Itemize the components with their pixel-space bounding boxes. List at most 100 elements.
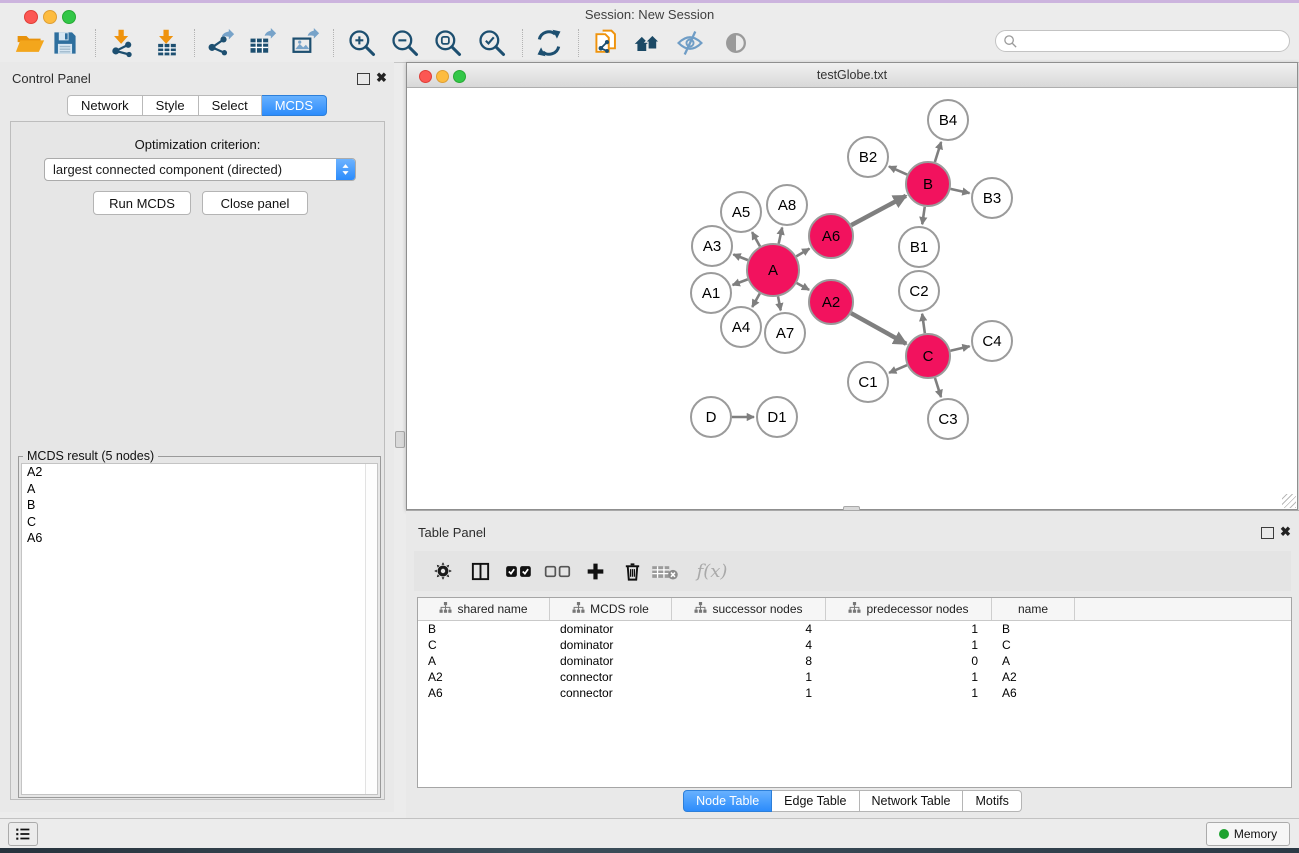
window-resize-grip[interactable] bbox=[1282, 494, 1296, 508]
select-all-button[interactable] bbox=[503, 556, 535, 586]
export-table-button[interactable] bbox=[245, 27, 279, 59]
float-table-panel-icon[interactable] bbox=[1261, 527, 1274, 539]
create-column-button[interactable] bbox=[580, 556, 610, 586]
zoom-in-button[interactable] bbox=[345, 27, 379, 59]
import-network-button[interactable] bbox=[105, 27, 139, 59]
deselect-all-button[interactable] bbox=[542, 556, 574, 586]
graph-node-B1[interactable]: B1 bbox=[899, 227, 939, 267]
first-neighbors-button[interactable] bbox=[631, 27, 665, 59]
table-cell[interactable]: B bbox=[418, 622, 550, 636]
graph-node-D1[interactable]: D1 bbox=[757, 397, 797, 437]
table-cell[interactable]: 1 bbox=[672, 670, 826, 684]
graph-edge-C-C3[interactable] bbox=[935, 378, 941, 397]
graph-edge-A-A8[interactable] bbox=[779, 227, 782, 243]
search-input[interactable] bbox=[1022, 33, 1289, 49]
table-cell[interactable]: A6 bbox=[992, 686, 1075, 700]
column-header-predecessor-nodes[interactable]: predecessor nodes bbox=[826, 598, 992, 620]
table-cell[interactable]: 0 bbox=[826, 654, 992, 668]
graph-edge-B-B2[interactable] bbox=[889, 166, 907, 174]
table-cell[interactable]: A2 bbox=[418, 670, 550, 684]
graph-edge-A-A4[interactable] bbox=[752, 294, 760, 307]
graph-edge-C-C4[interactable] bbox=[950, 346, 969, 351]
tab-node-table[interactable]: Node Table bbox=[683, 790, 772, 812]
table-cell[interactable]: A6 bbox=[418, 686, 550, 700]
table-cell[interactable]: A bbox=[992, 654, 1075, 668]
tab-network-table[interactable]: Network Table bbox=[860, 790, 964, 812]
graph-edge-A-A7[interactable] bbox=[778, 297, 781, 311]
table-cell[interactable]: C bbox=[418, 638, 550, 652]
column-header-MCDS-role[interactable]: MCDS role bbox=[550, 598, 672, 620]
graph-node-C[interactable]: C bbox=[906, 334, 950, 378]
graph-node-A5[interactable]: A5 bbox=[721, 192, 761, 232]
graph-node-B[interactable]: B bbox=[906, 162, 950, 206]
table-row[interactable]: A2connector11A2 bbox=[418, 669, 1291, 685]
search-field[interactable] bbox=[995, 30, 1290, 52]
table-cell[interactable]: 1 bbox=[826, 670, 992, 684]
export-image-button[interactable] bbox=[288, 27, 322, 59]
import-table-button[interactable] bbox=[150, 27, 184, 59]
graph-node-A1[interactable]: A1 bbox=[691, 273, 731, 313]
graph-node-C3[interactable]: C3 bbox=[928, 399, 968, 439]
show-columns-button[interactable] bbox=[465, 556, 495, 586]
splitter-grip-vertical[interactable] bbox=[395, 431, 405, 448]
column-header-shared-name[interactable]: shared name bbox=[418, 598, 550, 620]
table-cell[interactable]: C bbox=[992, 638, 1075, 652]
table-cell[interactable]: connector bbox=[550, 686, 672, 700]
graph-node-B3[interactable]: B3 bbox=[972, 178, 1012, 218]
graph-node-A[interactable]: A bbox=[747, 244, 799, 296]
graph-node-A8[interactable]: A8 bbox=[767, 185, 807, 225]
table-row[interactable]: Adominator80A bbox=[418, 653, 1291, 669]
table-cell[interactable]: dominator bbox=[550, 638, 672, 652]
graph-node-A3[interactable]: A3 bbox=[692, 226, 732, 266]
mcds-result-item[interactable]: C bbox=[22, 514, 377, 531]
graph-edge-C-C1[interactable] bbox=[889, 365, 907, 373]
save-session-button[interactable] bbox=[48, 27, 82, 59]
table-cell[interactable]: B bbox=[992, 622, 1075, 636]
graph-edge-A-A6[interactable] bbox=[796, 249, 809, 257]
graph-node-B2[interactable]: B2 bbox=[848, 137, 888, 177]
table-cell[interactable]: dominator bbox=[550, 622, 672, 636]
graph-node-A4[interactable]: A4 bbox=[721, 307, 761, 347]
refresh-layout-button[interactable] bbox=[532, 27, 566, 59]
export-network-button[interactable] bbox=[203, 27, 237, 59]
table-cell[interactable]: 4 bbox=[672, 638, 826, 652]
tab-motifs[interactable]: Motifs bbox=[963, 790, 1021, 812]
graph-edge-B-B3[interactable] bbox=[950, 189, 969, 193]
table-cell[interactable]: 1 bbox=[826, 638, 992, 652]
close-panel-icon[interactable]: ✖ bbox=[376, 70, 387, 86]
table-cell[interactable]: 1 bbox=[826, 686, 992, 700]
table-cell[interactable]: 1 bbox=[672, 686, 826, 700]
graph-edge-A-A3[interactable] bbox=[733, 254, 747, 260]
delete-table-button[interactable] bbox=[649, 556, 681, 586]
graph-node-D[interactable]: D bbox=[691, 397, 731, 437]
zoom-fit-button[interactable] bbox=[431, 27, 465, 59]
show-all-button[interactable] bbox=[719, 27, 753, 59]
graph-edge-A-A1[interactable] bbox=[733, 279, 748, 285]
tab-edge-table[interactable]: Edge Table bbox=[772, 790, 859, 812]
table-cell[interactable]: 8 bbox=[672, 654, 826, 668]
table-row[interactable]: A6connector11A6 bbox=[418, 685, 1291, 701]
table-row[interactable]: Bdominator41B bbox=[418, 621, 1291, 637]
close-table-panel-icon[interactable]: ✖ bbox=[1280, 524, 1291, 540]
graph-node-C4[interactable]: C4 bbox=[972, 321, 1012, 361]
graph-edge-A-A2[interactable] bbox=[797, 283, 809, 290]
table-cell[interactable]: connector bbox=[550, 670, 672, 684]
mcds-result-item[interactable]: A2 bbox=[22, 464, 377, 481]
scrollbar-track[interactable] bbox=[365, 464, 377, 794]
graph-edge-B-B4[interactable] bbox=[935, 142, 941, 162]
tab-style[interactable]: Style bbox=[143, 95, 199, 116]
mcds-result-item[interactable]: A bbox=[22, 481, 377, 498]
mcds-result-item[interactable]: B bbox=[22, 497, 377, 514]
column-header-successor-nodes[interactable]: successor nodes bbox=[672, 598, 826, 620]
close-panel-button[interactable]: Close panel bbox=[202, 191, 308, 215]
graph-edge-C-C2[interactable] bbox=[922, 314, 925, 333]
table-row[interactable]: Cdominator41C bbox=[418, 637, 1291, 653]
graph-node-A2[interactable]: A2 bbox=[809, 280, 853, 324]
graph-node-B4[interactable]: B4 bbox=[928, 100, 968, 140]
optimization-criterion-select[interactable]: largest connected component (directed) bbox=[44, 158, 356, 181]
graph-edge-A6-B[interactable] bbox=[851, 196, 906, 225]
tab-network[interactable]: Network bbox=[67, 95, 143, 116]
graph-node-A7[interactable]: A7 bbox=[765, 313, 805, 353]
hide-selected-button[interactable] bbox=[673, 27, 707, 59]
graph-node-A6[interactable]: A6 bbox=[809, 214, 853, 258]
